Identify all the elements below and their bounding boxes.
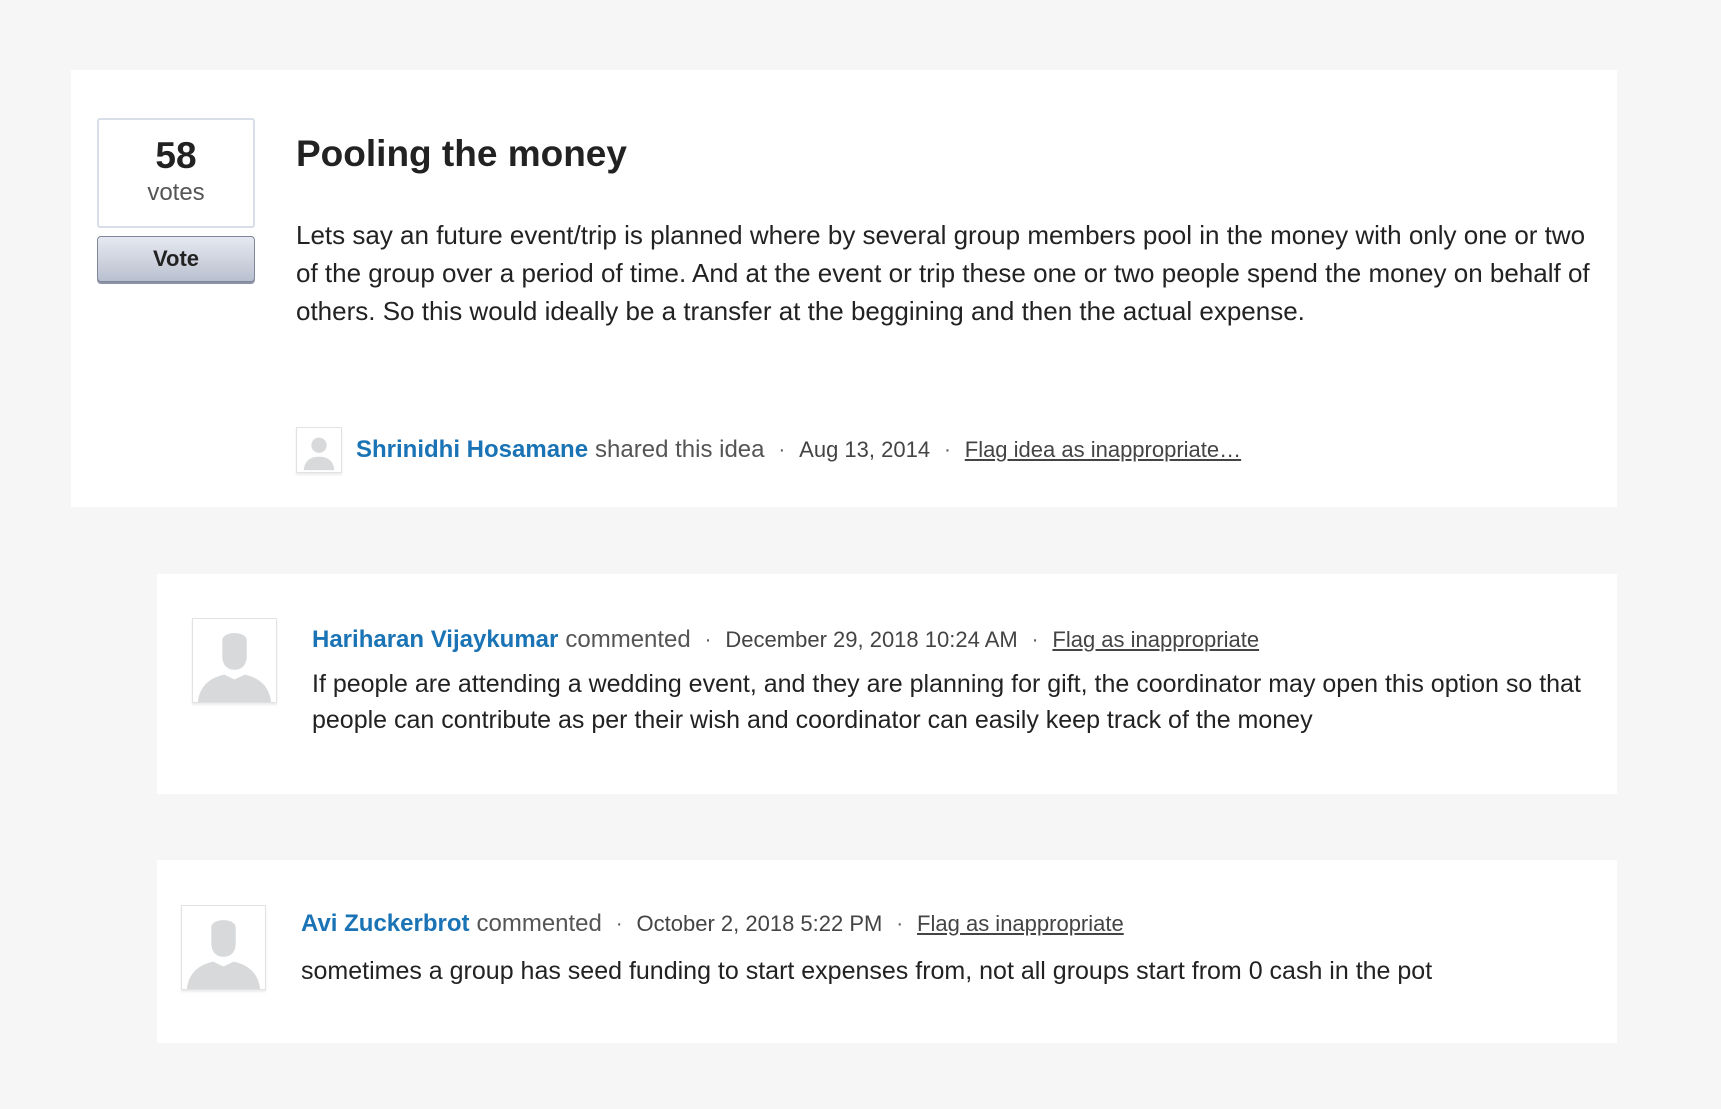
meta-separator: · xyxy=(778,438,786,461)
flag-comment-link[interactable]: Flag as inappropriate xyxy=(1052,627,1259,653)
comment-meta: Hariharan Vijaykumar commented · Decembe… xyxy=(312,622,1259,658)
idea-title: Pooling the money xyxy=(296,133,627,174)
flag-idea-link[interactable]: Flag idea as inappropriate… xyxy=(965,437,1241,463)
idea-body: Lets say an future event/trip is planned… xyxy=(296,220,1590,326)
idea-card: 58 votes Vote Pooling the money Lets say… xyxy=(71,70,1617,507)
meta-separator: · xyxy=(704,628,712,651)
vote-unit-label: votes xyxy=(147,179,205,206)
comment-date: October 2, 2018 5:22 PM xyxy=(636,911,883,936)
idea-date: Aug 13, 2014 xyxy=(799,437,931,462)
user-silhouette-icon[interactable] xyxy=(181,905,266,990)
comment-text: If people are attending a wedding event,… xyxy=(312,670,1581,734)
comment-date: December 29, 2018 10:24 AM xyxy=(725,627,1018,652)
vote-count: 58 xyxy=(155,135,197,176)
vote-button[interactable]: Vote xyxy=(97,236,255,282)
comment-text: sometimes a group has seed funding to st… xyxy=(301,957,1433,985)
meta-separator: · xyxy=(944,438,951,461)
meta-separator: · xyxy=(1031,628,1039,651)
user-silhouette-icon[interactable] xyxy=(296,427,342,473)
comment-action-text: commented xyxy=(565,626,691,653)
comment-meta: Avi Zuckerbrot commented · October 2, 20… xyxy=(301,906,1124,942)
idea-action-text: shared this idea xyxy=(595,436,765,463)
comment-author-link[interactable]: Avi Zuckerbrot xyxy=(301,910,469,938)
vote-count-box: 58 votes xyxy=(97,118,255,228)
comment-author-link[interactable]: Hariharan Vijaykumar xyxy=(312,626,558,654)
comment-action-text: commented xyxy=(476,910,602,937)
idea-author-link[interactable]: Shrinidhi Hosamane xyxy=(356,436,588,464)
meta-separator: · xyxy=(896,912,904,935)
idea-meta: Shrinidhi Hosamane shared this idea · Au… xyxy=(296,427,1241,473)
comment-card: Hariharan Vijaykumar commented · Decembe… xyxy=(157,574,1617,794)
meta-separator: · xyxy=(615,912,623,935)
user-silhouette-icon[interactable] xyxy=(192,618,277,703)
flag-comment-link[interactable]: Flag as inappropriate xyxy=(917,911,1124,937)
comment-card: Avi Zuckerbrot commented · October 2, 20… xyxy=(157,860,1617,1043)
